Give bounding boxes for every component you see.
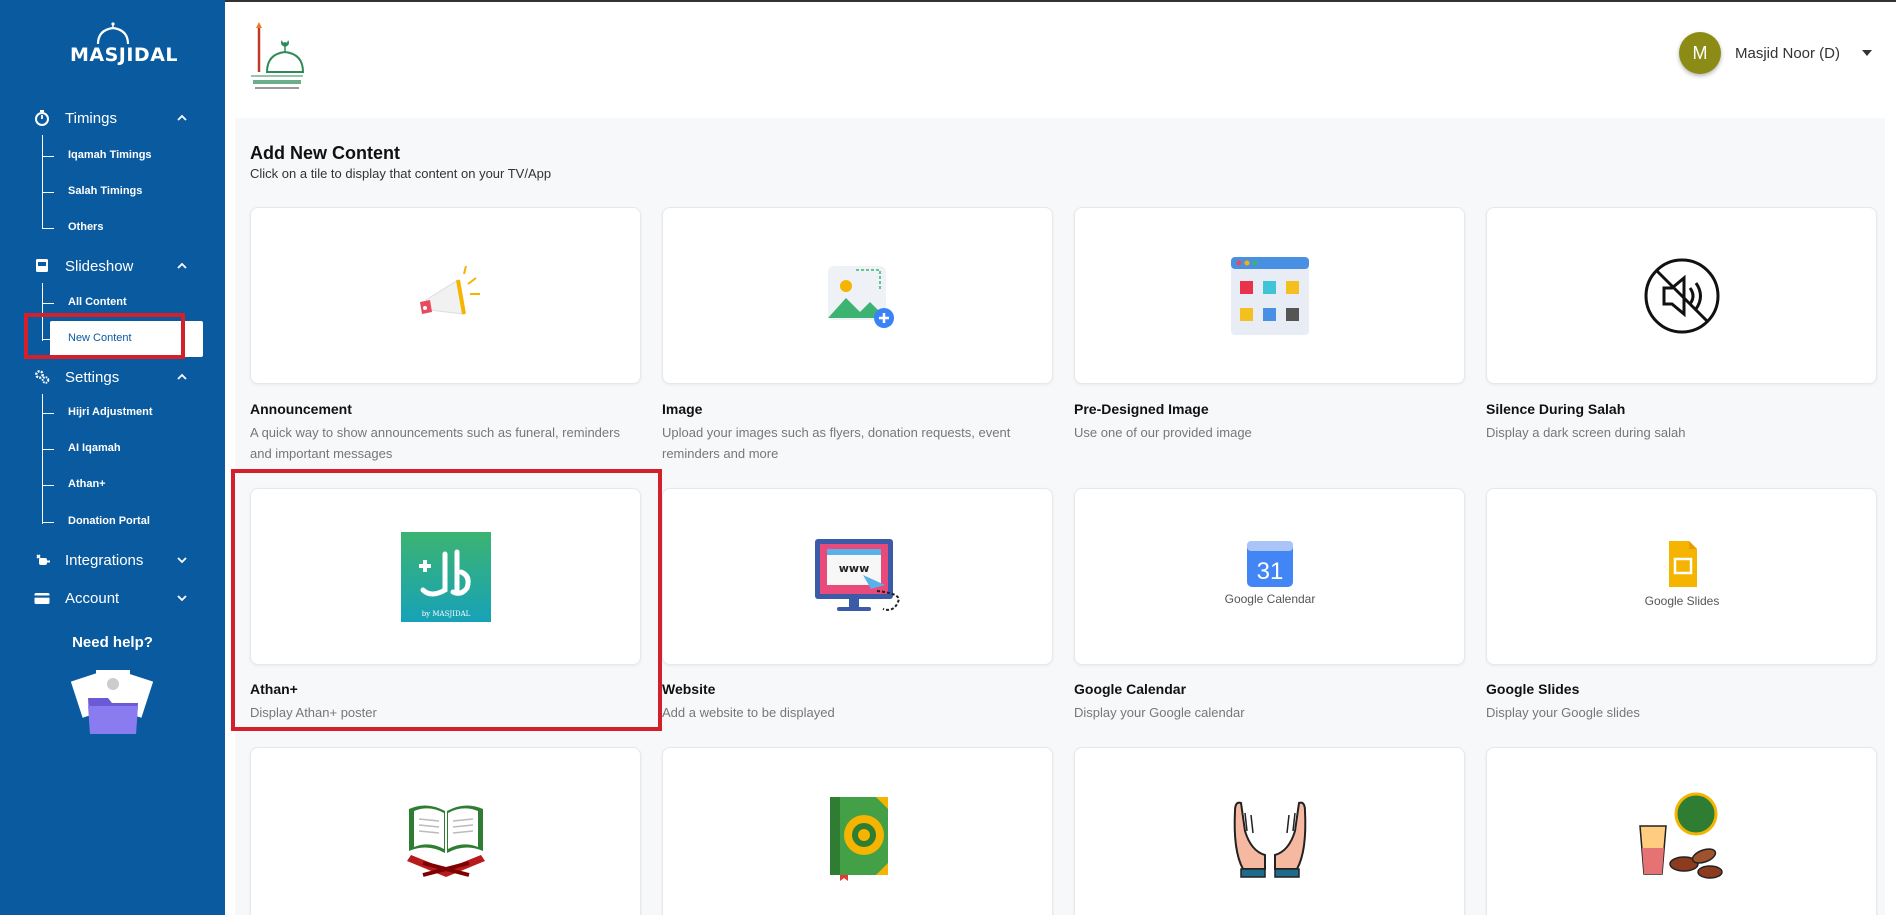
- page-subtitle: Click on a tile to display that content …: [250, 166, 552, 181]
- iftar-icon: [1638, 792, 1723, 879]
- sidebar-item-label: Donation Portal: [68, 515, 150, 527]
- sidebar-item-ai-iqamah[interactable]: AI Iqamah: [42, 431, 202, 467]
- sidebar-item-label: All Content: [68, 296, 127, 308]
- sidebar: MASJIDAL Timings Iqamah Timings Salah Ti…: [0, 0, 225, 915]
- tile-title: Website: [662, 681, 716, 697]
- chevron-up-icon: [177, 262, 187, 269]
- tile-title: Image: [662, 401, 703, 417]
- sidebar-item-salah-timings[interactable]: Salah Timings: [42, 174, 202, 210]
- sidebar-item-athan-plus[interactable]: Athan+: [42, 467, 202, 503]
- nav-account[interactable]: Account: [0, 583, 225, 613]
- gear-icon: [35, 370, 50, 384]
- nav-account-label: Account: [65, 589, 120, 607]
- sidebar-item-donation-portal[interactable]: Donation Portal: [42, 504, 202, 540]
- tile-desc: Use one of our provided image: [1074, 425, 1252, 440]
- dua-hands-icon: [1233, 801, 1306, 878]
- chevron-up-icon: [177, 114, 187, 121]
- sidebar-item-label: Hijri Adjustment: [68, 406, 153, 418]
- tile-dua-hands[interactable]: [1074, 747, 1465, 915]
- tile-title: Announcement: [250, 401, 352, 417]
- image-add-icon: [827, 265, 894, 328]
- credit-card-icon: [34, 593, 50, 604]
- tile-desc: Display a dark screen during salah: [1486, 425, 1686, 440]
- nav-slideshow[interactable]: Slideshow: [0, 251, 225, 281]
- nav-integrations-label: Integrations: [65, 551, 144, 569]
- tile-announcement[interactable]: [250, 207, 641, 384]
- tile-desc: Add a website to be displayed: [662, 705, 835, 720]
- logo-text: MASJIDAL: [70, 44, 179, 66]
- tile-silence-during-salah[interactable]: [1486, 207, 1877, 384]
- sidebar-item-label: New Content: [68, 332, 132, 344]
- highlight-athan-plus-tile: [231, 469, 662, 731]
- sidebar-item-label: Iqamah Timings: [68, 149, 152, 161]
- tile-desc: Display your Google slides: [1486, 705, 1640, 720]
- calendar-logo-caption: Google Calendar: [1224, 592, 1315, 606]
- nav-settings[interactable]: Settings: [0, 362, 225, 392]
- tile-website[interactable]: www: [662, 488, 1053, 665]
- user-menu[interactable]: M Masjid Noor (D): [1678, 32, 1872, 74]
- plug-icon: [36, 554, 50, 565]
- template-grid-icon: [1230, 256, 1309, 335]
- sidebar-item-others[interactable]: Others: [42, 210, 202, 246]
- masjid-noor-logo: [251, 22, 305, 89]
- header: M Masjid Noor (D): [225, 2, 1896, 116]
- tile-title: Pre-Designed Image: [1074, 401, 1209, 417]
- avatar[interactable]: M: [1678, 32, 1721, 74]
- tile-desc: Display your Google calendar: [1074, 705, 1245, 720]
- stopwatch-icon: [35, 110, 49, 126]
- tile-title: Google Slides: [1486, 681, 1580, 697]
- tile-google-calendar[interactable]: 31 Google Calendar: [1074, 488, 1465, 665]
- dome-icon: [96, 22, 129, 44]
- google-calendar-icon: 31 Google Calendar: [1224, 540, 1315, 606]
- megaphone-icon: [419, 265, 480, 315]
- chevron-down-icon: [177, 595, 187, 602]
- page-title: Add New Content: [250, 143, 400, 163]
- mute-icon: [1644, 258, 1719, 333]
- chevron-down-icon: [177, 557, 187, 564]
- caret-down-icon[interactable]: [1862, 50, 1872, 56]
- tile-title: Google Calendar: [1074, 681, 1187, 697]
- nav-timings[interactable]: Timings: [0, 103, 225, 133]
- tile-desc: A quick way to show announcements such a…: [250, 425, 620, 461]
- sidebar-item-label: Athan+: [68, 478, 106, 490]
- nav-slideshow-label: Slideshow: [65, 257, 134, 275]
- website-logo-caption: www: [838, 562, 869, 575]
- tile-desc: Upload your images such as flyers, donat…: [662, 425, 1011, 461]
- user-name[interactable]: Masjid Noor (D): [1735, 45, 1840, 62]
- masjidal-logo[interactable]: MASJIDAL: [70, 22, 179, 72]
- need-help-label[interactable]: Need help?: [0, 634, 225, 651]
- sidebar-item-label: Others: [68, 221, 104, 233]
- tile-pre-designed-image[interactable]: [1074, 207, 1465, 384]
- tile-title: Silence During Salah: [1486, 401, 1626, 417]
- tile-quran-stand[interactable]: [250, 747, 641, 915]
- sidebar-item-label: AI Iqamah: [68, 442, 121, 454]
- tile-google-slides[interactable]: Google Slides: [1486, 488, 1877, 665]
- sidebar-item-iqamah-timings[interactable]: Iqamah Timings: [42, 138, 202, 174]
- quran-stand-icon: [406, 804, 485, 877]
- sidebar-item-label: Salah Timings: [68, 185, 143, 197]
- help-folder-icon[interactable]: [70, 668, 156, 738]
- tile-image[interactable]: [662, 207, 1053, 384]
- tile-iftar[interactable]: [1486, 747, 1877, 915]
- nav-timings-label: Timings: [65, 109, 117, 127]
- nav-settings-label: Settings: [65, 368, 120, 386]
- google-slides-icon: Google Slides: [1644, 540, 1719, 608]
- calendar-number: 31: [1256, 558, 1283, 585]
- nav-integrations[interactable]: Integrations: [0, 545, 225, 575]
- website-icon: www: [814, 538, 900, 611]
- slideshow-icon: [36, 259, 48, 272]
- tile-quran-book[interactable]: [662, 747, 1053, 915]
- slides-logo-caption: Google Slides: [1644, 594, 1719, 608]
- chevron-up-icon: [177, 373, 187, 380]
- sidebar-item-hijri-adjustment[interactable]: Hijri Adjustment: [42, 395, 202, 431]
- quran-book-icon: [829, 796, 888, 881]
